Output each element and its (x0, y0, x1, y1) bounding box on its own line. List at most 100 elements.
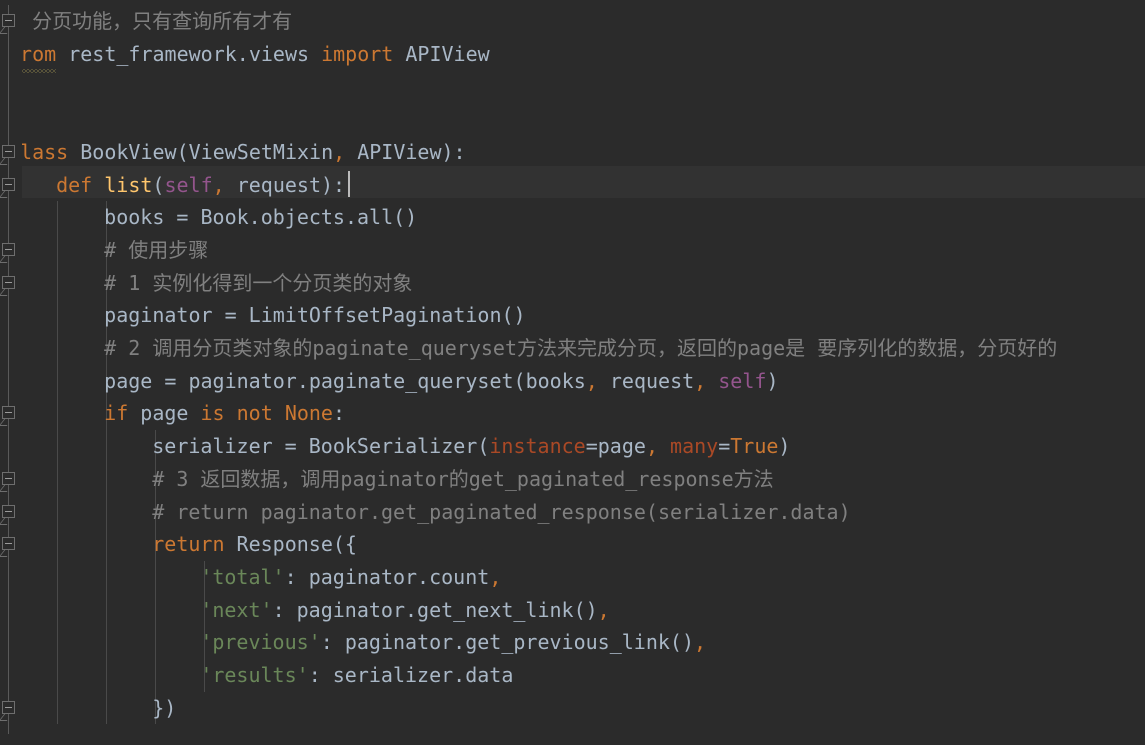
code-line[interactable]: if page is not None: (0, 397, 345, 430)
token-kw: return (152, 532, 225, 557)
token-fnname: list (104, 172, 153, 197)
token-plain: serializer = BookSerializer( (152, 434, 490, 459)
code-line[interactable]: page = paginator.paginate_queryset(books… (0, 365, 778, 398)
token-comma: , (645, 434, 658, 459)
code-line-content: paginator = LimitOffsetPagination() (104, 303, 525, 327)
fold-marker-icon[interactable] (2, 242, 15, 256)
code-line-content: from rest_framework.views import APIView (8, 41, 490, 74)
token-comma: , (333, 139, 346, 164)
token-comment: # 2 调用分页类对象的paginate_queryset方法来完成分页，返回的… (104, 336, 1058, 360)
code-line[interactable]: 'results': serializer.data (0, 659, 513, 692)
code-line[interactable]: paginator = LimitOffsetPagination() (0, 299, 525, 332)
code-line[interactable]: }) (0, 692, 176, 725)
code-line[interactable]: 'previous': paginator.get_previous_link(… (0, 626, 706, 659)
fold-marker-icon[interactable] (2, 700, 15, 714)
code-line[interactable]: # return paginator.get_paginated_respons… (0, 496, 851, 529)
token-plain: : paginator.get_previous_link() (320, 630, 695, 655)
fold-marker-icon[interactable] (2, 504, 15, 518)
token-plain: Response({ (224, 532, 357, 557)
token-comment: # 分页功能，只有查询所有才有 (8, 9, 293, 33)
token-plain: page (128, 401, 201, 426)
code-line-content: if page is not None: (104, 401, 345, 425)
fold-marker-icon[interactable] (2, 144, 15, 158)
code-line[interactable]: class BookView(ViewSetMixin, APIView): (0, 136, 466, 169)
token-plain: ) (778, 434, 791, 459)
code-line-content: return Response({ (152, 532, 357, 556)
token-comment: # 3 返回数据，调用paginator的get_paginated_respo… (152, 466, 774, 491)
code-line[interactable]: books = Book.objects.all() (0, 201, 417, 234)
fold-marker-icon[interactable] (2, 537, 15, 551)
code-editor[interactable]: # 分页功能，只有查询所有才有 from rest_framework.views… (0, 0, 1145, 745)
token-kw: is (200, 401, 225, 426)
token-plain: BookView(ViewSetMixin (68, 139, 334, 164)
token-kw: def (56, 172, 93, 197)
token-plain: request): (224, 172, 346, 197)
code-line[interactable]: # 使用步骤 (0, 234, 208, 267)
code-line[interactable]: def list(self, request): (0, 169, 345, 202)
fold-marker-icon[interactable] (2, 14, 15, 27)
token-plain: : paginator.get_next_link() (272, 597, 598, 622)
token-selfkw: self (164, 172, 213, 197)
fold-marker-icon[interactable] (2, 406, 15, 420)
token-plain: }) (152, 695, 177, 720)
code-line[interactable]: from rest_framework.views import APIView (0, 38, 490, 74)
token-kw: if (104, 401, 129, 426)
code-line-content: # 1 实例化得到一个分页类的对象 (104, 271, 412, 295)
code-line-content: 'results': serializer.data (200, 663, 513, 687)
code-line[interactable]: return Response({ (0, 528, 357, 561)
token-comma: , (212, 172, 225, 197)
token-comma: , (585, 368, 598, 393)
token-comma: , (694, 368, 707, 393)
code-line[interactable]: # 1 实例化得到一个分页类的对象 (0, 267, 412, 300)
token-str: 'previous' (200, 630, 321, 655)
token-kwarg: many (670, 434, 719, 459)
token-plain: books = Book.objects.all() (104, 205, 418, 230)
token-plain: : (332, 401, 346, 426)
token-comment: # return paginator.get_paginated_respons… (152, 499, 851, 524)
token-plain: =page (585, 434, 646, 459)
fold-marker-icon[interactable] (2, 275, 15, 289)
token-comment: # 使用步骤 (104, 237, 209, 262)
token-plain: = (718, 434, 731, 459)
code-line[interactable]: 'next': paginator.get_next_link(), (0, 594, 609, 627)
token-plain: : paginator.count (284, 564, 490, 589)
fold-rail (8, 5, 9, 735)
code-line-content: 'previous': paginator.get_previous_link(… (200, 630, 706, 654)
token-kw: None (284, 401, 333, 426)
token-kw: True (730, 434, 779, 459)
code-line[interactable]: # 3 返回数据，调用paginator的get_paginated_respo… (0, 463, 774, 496)
token-plain: paginator = LimitOffsetPagination() (104, 303, 526, 328)
token-str: 'total' (200, 564, 285, 589)
code-line[interactable]: # 2 调用分页类对象的paginate_queryset方法来完成分页，返回的… (0, 332, 1057, 365)
code-line-content: serializer = BookSerializer(instance=pag… (152, 434, 790, 458)
token-comma: , (694, 630, 707, 655)
token-plain: ( (152, 172, 165, 197)
code-line-content: def list(self, request): (56, 173, 345, 197)
token-str: 'next' (200, 597, 273, 622)
token-plain: APIView): (345, 139, 466, 164)
token-plain: request (597, 368, 695, 393)
text-caret (348, 170, 350, 198)
token-kw: import (321, 41, 394, 66)
token-kwarg: instance (489, 434, 586, 459)
code-line-content: # 使用步骤 (104, 238, 208, 262)
code-line[interactable]: 'total': paginator.count, (0, 561, 501, 594)
code-line[interactable]: # 分页功能，只有查询所有才有 (0, 5, 292, 38)
code-line-content: 'next': paginator.get_next_link(), (200, 598, 609, 622)
token-comma: , (597, 597, 610, 622)
fold-marker-icon[interactable] (2, 177, 15, 191)
code-line-content: class BookView(ViewSetMixin, APIView): (8, 140, 466, 164)
token-plain: : serializer.data (308, 663, 514, 687)
token-selfkw: self (718, 368, 767, 393)
editor-gutter[interactable] (0, 0, 22, 745)
code-text-area[interactable]: # 分页功能，只有查询所有才有 from rest_framework.views… (0, 0, 1145, 745)
token-kw: not (236, 401, 273, 426)
fold-marker-icon[interactable] (2, 471, 15, 485)
token-plain: rest_framework.views (56, 41, 322, 66)
code-line-content: 'total': paginator.count, (200, 565, 501, 589)
code-line[interactable]: serializer = BookSerializer(instance=pag… (0, 430, 790, 463)
